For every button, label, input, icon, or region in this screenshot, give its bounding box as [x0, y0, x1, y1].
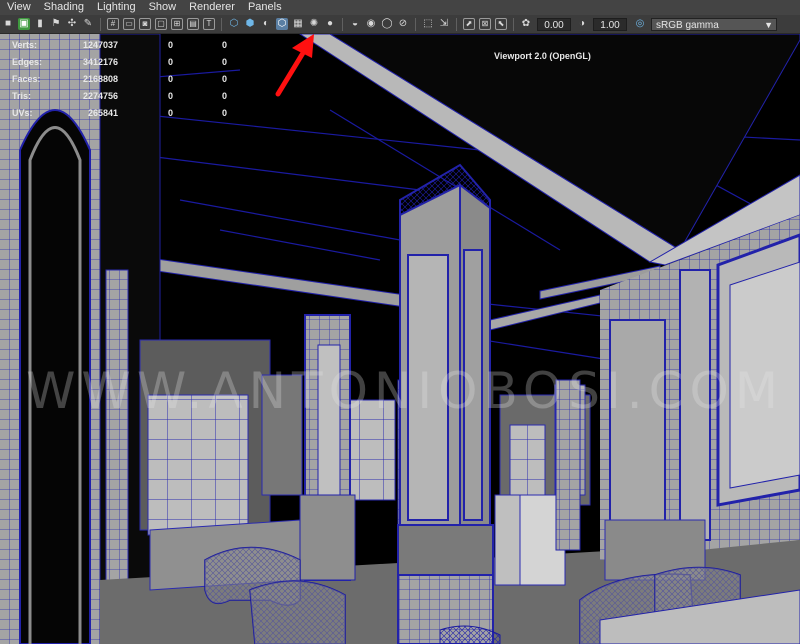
hud-row: Edges: 3412176 0 0 — [12, 53, 227, 70]
hud-selected: 0 — [167, 107, 173, 118]
hud-label: UVs: — [12, 107, 33, 118]
chevron-down-icon: ▼ — [764, 19, 773, 30]
poly-count-hud: Verts: 1247037 0 0 Edges: 3412176 0 0 Fa… — [12, 36, 227, 121]
camera-icon[interactable]: ■ — [2, 18, 14, 30]
grid-icon[interactable]: # — [107, 18, 119, 30]
gamma-field[interactable]: 1.00 — [593, 17, 627, 31]
wireframe-scene — [0, 34, 800, 644]
hud-selected: 0 — [167, 39, 173, 50]
hud-row: UVs: 265841 0 0 — [12, 104, 227, 121]
hud-value: 1247037 — [82, 39, 118, 50]
isolate-select-icon[interactable]: ⬚ — [422, 18, 434, 30]
shadows-icon[interactable]: ● — [324, 18, 336, 30]
menu-panels[interactable]: Panels — [241, 0, 288, 15]
hud-label: Edges: — [12, 56, 43, 67]
image-plane-icon[interactable]: ⚑ — [50, 18, 62, 30]
color-management-group: ◎ sRGB gamma ▼ — [632, 17, 777, 31]
color-space-dropdown[interactable]: sRGB gamma ▼ — [651, 17, 777, 31]
toolbar-divider — [513, 17, 514, 31]
hud-label: Tris: — [12, 90, 32, 101]
xray-active-components-icon[interactable]: ⊠ — [479, 18, 491, 30]
use-default-material-icon[interactable]: ◐ — [260, 18, 272, 30]
toolbar-divider — [100, 17, 101, 31]
exposure-field[interactable]: 0.00 — [537, 17, 571, 31]
motion-blur-icon[interactable]: ◉ — [365, 18, 377, 30]
gamma-icon[interactable]: ◑ — [576, 18, 588, 30]
hud-components: 0 — [221, 107, 227, 118]
hud-value: 2274756 — [82, 90, 118, 101]
backface-culling-icon[interactable]: ⬉ — [495, 18, 507, 30]
menu-shading[interactable]: Shading — [37, 0, 90, 15]
use-all-lights-icon[interactable]: ✺ — [308, 18, 320, 30]
renderer-label: Viewport 2.0 (OpenGL) — [494, 51, 591, 61]
xray-joints-icon[interactable]: ⬈ — [463, 18, 475, 30]
hud-selected: 0 — [167, 90, 173, 101]
hud-row: Faces: 2168808 0 0 — [12, 70, 227, 87]
two-d-pan-zoom-icon[interactable]: ✣ — [66, 18, 78, 30]
hud-selected: 0 — [167, 56, 173, 67]
watermark-text: WWW.ANTONIOBOSI.COM — [25, 362, 785, 420]
hud-value: 2168808 — [82, 73, 118, 84]
color-space-value: sRGB gamma — [656, 19, 719, 31]
toolbar-divider — [415, 17, 416, 31]
wireframe-icon[interactable]: ⬡ — [228, 18, 240, 30]
hud-label: Verts: — [12, 39, 38, 50]
hud-components: 0 — [221, 90, 227, 101]
panel-menu-bar: View Shading Lighting Show Renderer Pane… — [0, 0, 800, 15]
screen-space-ao-icon[interactable]: ◒ — [349, 18, 361, 30]
grease-pencil-icon[interactable]: ✎ — [82, 18, 94, 30]
menu-show[interactable]: Show — [142, 0, 183, 15]
3d-viewport[interactable]: WWW.ANTONIOBOSI.COM — [0, 34, 800, 644]
menu-lighting[interactable]: Lighting — [90, 0, 142, 15]
color-management-icon[interactable]: ◎ — [634, 18, 646, 30]
hud-components: 0 — [221, 56, 227, 67]
hud-row: Tris: 2274756 0 0 — [12, 87, 227, 104]
toolbar-divider — [456, 17, 457, 31]
gate-mask-icon[interactable]: ▢ — [155, 18, 167, 30]
film-gate-icon[interactable]: ▭ — [123, 18, 135, 30]
textured-icon[interactable]: ▦ — [292, 18, 304, 30]
hud-components: 0 — [221, 73, 227, 84]
hud-row: Verts: 1247037 0 0 — [12, 36, 227, 53]
camera-attributes-icon[interactable]: ▣ — [18, 18, 30, 30]
depth-of-field-icon[interactable]: ⊘ — [397, 18, 409, 30]
anti-aliasing-icon[interactable]: ◯ — [381, 18, 393, 30]
wireframe-on-shaded-icon[interactable]: ⬡ — [276, 18, 288, 30]
safe-action-icon[interactable]: ▤ — [187, 18, 199, 30]
field-chart-icon[interactable]: ⊞ — [171, 18, 183, 30]
toolbar-divider — [342, 17, 343, 31]
xray-icon[interactable]: ⇲ — [438, 18, 450, 30]
panel-toolbar: ■ ▣ ▮ ⚑ ✣ ✎ # ▭ ◙ ▢ ⊞ ▤ T ⬡ ⬢ ◐ ⬡ ▦ ✺ ● … — [0, 15, 800, 34]
exposure-icon[interactable]: ✿ — [520, 18, 532, 30]
safe-title-icon[interactable]: T — [203, 18, 215, 30]
smooth-shade-icon[interactable]: ⬢ — [244, 18, 256, 30]
bookmark-icon[interactable]: ▮ — [34, 18, 46, 30]
resolution-gate-icon[interactable]: ◙ — [139, 18, 151, 30]
menu-renderer[interactable]: Renderer — [182, 0, 241, 15]
menu-view[interactable]: View — [0, 0, 37, 15]
toolbar-divider — [221, 17, 222, 31]
hud-value: 3412176 — [82, 56, 118, 67]
hud-label: Faces: — [12, 73, 41, 84]
hud-value: 265841 — [87, 107, 118, 118]
hud-selected: 0 — [167, 73, 173, 84]
hud-components: 0 — [221, 39, 227, 50]
